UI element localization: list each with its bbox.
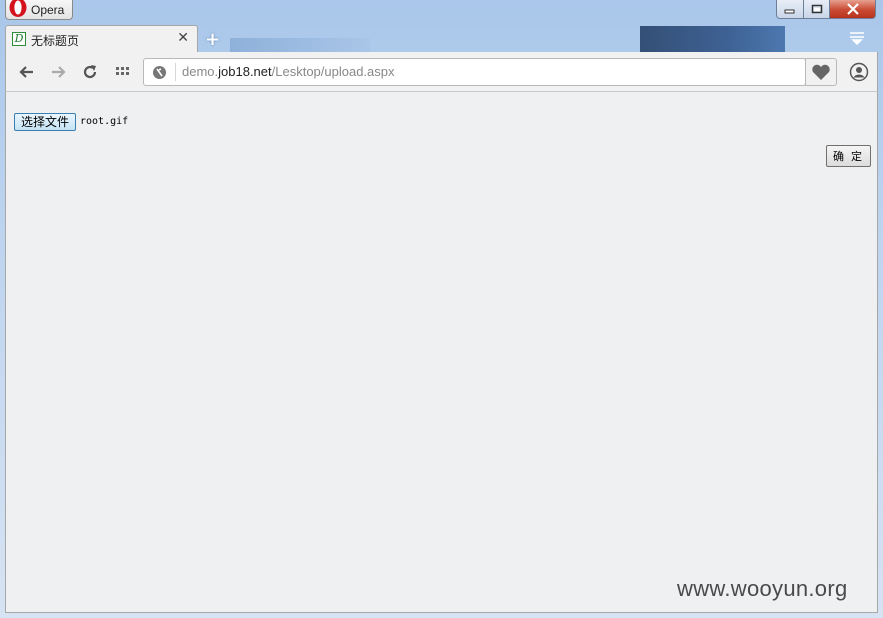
watermark-text: www.wooyun.org xyxy=(677,576,848,601)
tab-menu-icon[interactable] xyxy=(849,31,865,45)
new-tab-button[interactable]: + xyxy=(205,29,220,50)
account-icon[interactable] xyxy=(849,62,869,82)
page-favicon-icon: D xyxy=(12,32,26,46)
desktop-background xyxy=(230,38,370,52)
minimize-button[interactable] xyxy=(776,0,804,19)
opera-logo-icon xyxy=(9,0,27,17)
url-text[interactable]: demo.job18.net/Lesktop/upload.aspx xyxy=(182,64,395,79)
minimize-icon xyxy=(784,9,795,14)
site-info-icon[interactable] xyxy=(152,65,167,80)
bookmark-button[interactable] xyxy=(805,58,837,86)
navigation-toolbar: demo.job18.net/Lesktop/upload.aspx xyxy=(5,52,878,92)
selected-file-name: root.gif xyxy=(80,116,129,127)
url-domain: job18.net xyxy=(218,64,272,79)
address-bar[interactable]: demo.job18.net/Lesktop/upload.aspx xyxy=(143,58,806,86)
close-window-button[interactable] xyxy=(829,0,876,19)
tab-active[interactable]: D 无标题页 ✕ xyxy=(5,25,198,53)
opera-menu-button[interactable]: Opera xyxy=(5,0,73,20)
reload-icon[interactable] xyxy=(81,63,99,81)
opera-menu-label: Opera xyxy=(31,3,65,17)
restore-icon xyxy=(811,4,822,14)
speed-dial-icon[interactable] xyxy=(114,63,132,81)
tab-close-icon[interactable]: ✕ xyxy=(177,30,189,46)
browser-window: Opera D 无标题页 ✕ + demo.job18.net/Lesktop/… xyxy=(0,0,883,618)
forward-icon[interactable] xyxy=(49,63,67,81)
url-prefix: demo. xyxy=(182,64,219,79)
confirm-button[interactable]: 确 定 xyxy=(826,145,871,167)
back-icon[interactable] xyxy=(18,63,36,81)
maximize-button[interactable] xyxy=(803,0,830,19)
address-separator xyxy=(175,63,176,81)
desktop-background xyxy=(640,26,785,54)
tab-title: 无标题页 xyxy=(31,34,80,48)
page-content: 选择文件 root.gif 确 定 xyxy=(5,92,878,613)
close-icon xyxy=(846,3,859,15)
heart-icon xyxy=(812,64,830,80)
url-path: /Lesktop/upload.aspx xyxy=(271,64,395,79)
choose-file-button[interactable]: 选择文件 xyxy=(14,113,76,131)
